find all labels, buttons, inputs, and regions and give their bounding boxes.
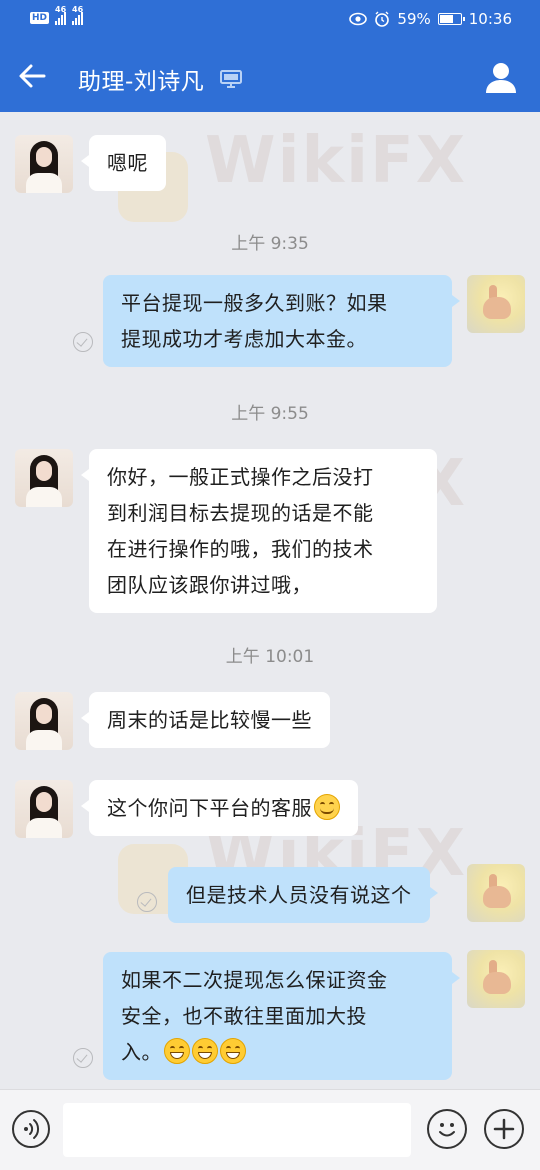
- timestamp: 上午 9:35: [231, 234, 309, 254]
- message-text: 嗯呢: [107, 151, 148, 175]
- chat-header: 助理-刘诗凡: [0, 40, 540, 112]
- more-button[interactable]: [484, 1109, 524, 1149]
- chat-area[interactable]: WikiFX WikiFX WikiFX 嗯呢 上午 9:35 平台提现一般多久…: [0, 112, 540, 1089]
- chat-title: 助理-刘诗凡: [78, 69, 205, 95]
- message-text: 这个你问下平台的客服: [107, 796, 312, 820]
- message-bubble-incoming[interactable]: 这个你问下平台的客服: [81, 780, 358, 836]
- smiley-icon: [439, 1123, 455, 1137]
- my-avatar[interactable]: [467, 950, 525, 1008]
- emoji-button[interactable]: [427, 1109, 467, 1149]
- message-bubble-incoming[interactable]: 周末的话是比较慢一些: [81, 692, 330, 748]
- plus-icon: [493, 1118, 515, 1140]
- timestamp: 上午 9:55: [231, 404, 309, 424]
- voice-button[interactable]: [12, 1110, 50, 1148]
- message-line: 到利润目标去提现的话是不能: [107, 501, 374, 525]
- grinning-face-emoji: [164, 1038, 190, 1064]
- status-left: HD 46 46: [30, 5, 83, 25]
- arrow-left-icon: [19, 64, 46, 88]
- input-bar: [0, 1089, 540, 1170]
- contact-avatar[interactable]: [15, 449, 73, 507]
- message-bubble-outgoing[interactable]: 如果不二次提现怎么保证资金 安全，也不敢往里面加大投 入。: [103, 952, 460, 1080]
- smiling-face-emoji: [314, 794, 340, 820]
- message-bubble-outgoing[interactable]: 平台提现一般多久到账？如果 提现成功才考虑加大本金。: [103, 275, 460, 367]
- computer-online-icon: [220, 70, 242, 88]
- message-line: 平台提现一般多久到账？如果: [121, 291, 388, 315]
- watermark-text: WikiFX: [205, 124, 468, 198]
- message-bubble-incoming[interactable]: 嗯呢: [81, 135, 166, 191]
- message-line: 安全，也不敢往里面加大投: [121, 1004, 367, 1028]
- my-avatar[interactable]: [467, 275, 525, 333]
- person-icon: [486, 63, 516, 93]
- alarm-icon: [375, 11, 390, 27]
- message-line: 在进行操作的哦，我们的技术: [107, 537, 374, 561]
- profile-button[interactable]: [484, 60, 518, 94]
- contact-avatar[interactable]: [15, 780, 73, 838]
- my-avatar[interactable]: [467, 864, 525, 922]
- back-button[interactable]: [14, 58, 50, 94]
- battery-fill: [439, 15, 453, 23]
- status-right: 59% 10:36: [349, 10, 512, 28]
- grinning-face-emoji: [192, 1038, 218, 1064]
- grinning-face-emoji: [220, 1038, 246, 1064]
- hd-badge: HD: [30, 12, 50, 24]
- voice-icon: [24, 1119, 40, 1139]
- timestamp: 上午 10:01: [225, 647, 315, 667]
- message-line: 提现成功才考虑加大本金。: [121, 327, 367, 351]
- signal-icon: 46: [55, 5, 66, 25]
- message-line: 入。: [121, 1040, 162, 1064]
- message-input[interactable]: [63, 1103, 411, 1157]
- read-status-icon: [137, 892, 157, 912]
- read-status-icon: [73, 1048, 93, 1068]
- message-bubble-outgoing[interactable]: 但是技术人员没有说这个: [168, 867, 437, 923]
- message-line: 团队应该跟你讲过哦，: [107, 573, 312, 597]
- contact-avatar[interactable]: [15, 692, 73, 750]
- message-line: 如果不二次提现怎么保证资金: [121, 968, 388, 992]
- message-text: 但是技术人员没有说这个: [186, 883, 412, 907]
- message-text: 周末的话是比较慢一些: [107, 708, 312, 732]
- status-bar: HD 46 46 59% 10:36: [0, 0, 540, 40]
- read-status-icon: [73, 332, 93, 352]
- eye-icon: [349, 12, 368, 26]
- signal-icon-2: 46: [72, 5, 83, 25]
- message-line: 你好，一般正式操作之后没打: [107, 465, 374, 489]
- message-bubble-incoming[interactable]: 你好，一般正式操作之后没打 到利润目标去提现的话是不能 在进行操作的哦，我们的技…: [81, 449, 437, 613]
- contact-avatar[interactable]: [15, 135, 73, 193]
- battery-icon: [437, 13, 465, 25]
- clock: 10:36: [468, 10, 512, 28]
- battery-percent: 59%: [397, 10, 431, 28]
